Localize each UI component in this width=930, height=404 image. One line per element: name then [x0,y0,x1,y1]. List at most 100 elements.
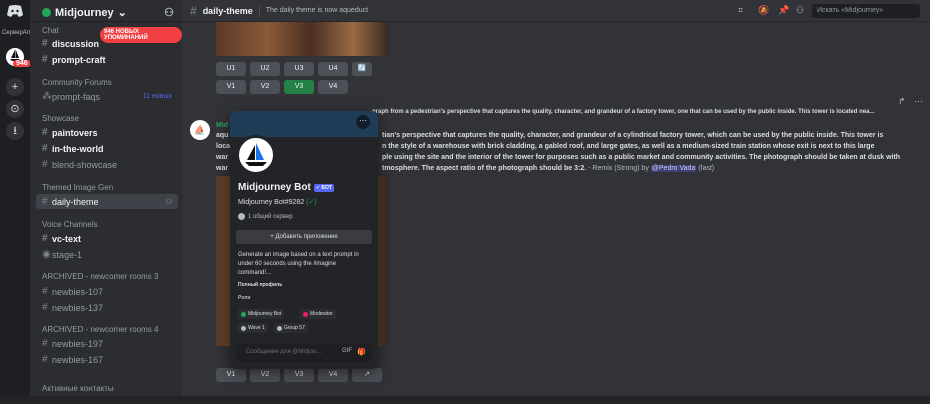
v4-button[interactable]: V4 [318,368,348,382]
category-archived-4[interactable]: ARCHIVED - newcomer rooms 4 [42,325,158,334]
hash-icon: # [42,196,48,207]
download-apps-icon[interactable]: ⭳ [6,122,24,140]
channel-discussion[interactable]: # discussion [36,36,178,51]
role-midjourney-bot: Midjourney Bot [238,309,285,319]
channel-title: daily-theme [202,5,253,16]
add-app-button[interactable]: + Добавить приложение [236,230,372,244]
more-icon[interactable]: ⋯ [914,96,923,107]
member-list-icon[interactable]: ⚇ [796,5,804,16]
hash-icon: # [42,159,48,170]
hash-icon: # [42,354,48,365]
stage-icon: ◉ [42,249,51,260]
channel-daily-theme[interactable]: # daily-theme ⚇ [36,194,178,209]
channel-sidebar: Midjourney ⌄ ⚇ Chat 946 НОВЫХ УПОМИНАНИЙ… [30,0,182,404]
channel-label: daily-theme [52,196,99,207]
hash-icon: # [42,127,48,138]
category-voice-channels[interactable]: Voice Channels [42,220,98,229]
category-archived-3[interactable]: ARCHIVED - newcomer rooms 3 [42,272,158,281]
category-showcase[interactable]: Showcase [42,114,79,123]
category-chat[interactable]: Chat [42,26,59,35]
channel-label: stage-1 [52,249,83,260]
variation-buttons: V1 V2 V3 V4 [216,80,348,94]
v3-button[interactable]: V3 [284,368,314,382]
server-rail: СерверАп 946 + ⊙ ⭳ [0,0,31,404]
channel-label: paintovers [52,127,98,138]
channel-newbies-197[interactable]: # newbies-197 [36,336,178,351]
channel-newbies-137[interactable]: # newbies-137 [36,300,178,315]
hash-icon: # [190,3,197,18]
channel-label: blend-showcase [52,159,118,170]
bot-description: Generate an image based on a text prompt… [238,252,359,276]
hash-icon: # [42,338,48,349]
channel-vc-text[interactable]: # vc-text [36,231,178,246]
role-label: Midjourney Bot [248,311,282,317]
image-grid-top[interactable] [216,22,388,56]
message-line-3: ple using the site and the interior of t… [382,154,901,161]
channel-newbies-107[interactable]: # newbies-107 [36,284,178,299]
avatar[interactable]: ⛵ [190,120,210,140]
channel-stage-1[interactable]: ◉ stage-1 [36,247,178,262]
v4-button[interactable]: V4 [318,80,348,94]
members-icon[interactable]: ⚇ [164,6,174,19]
open-link-icon[interactable]: ↗ [352,368,382,382]
u3-button[interactable]: U3 [284,62,314,76]
channel-label: vc-text [52,233,82,244]
channel-label: discussion [52,38,100,49]
channel-paintovers[interactable]: # paintovers [36,125,178,140]
role-label: Wave 1 [248,325,265,331]
role-group-57: Group 57 [274,323,308,333]
v3-button[interactable]: V3 [284,80,314,94]
variation-buttons-bottom: V1 V2 V3 V4 ↗ [216,368,382,382]
roles-heading: Роли [238,295,251,301]
user-mention[interactable]: @Pedro Vada [650,165,697,172]
message-line-2: n the style of a warehouse with brick cl… [382,143,875,150]
v1-button[interactable]: V1 [216,368,246,382]
hash-icon: # [42,143,48,154]
v2-button[interactable]: V2 [250,80,280,94]
v2-button[interactable]: V2 [250,368,280,382]
role-wave-1: Wave 1 [238,323,268,333]
u1-button[interactable]: U1 [216,62,246,76]
channel-prompt-craft[interactable]: # prompt-craft [36,52,178,67]
reroll-button[interactable]: 🔄 [352,62,372,76]
channel-blend-showcase[interactable]: # blend-showcase [36,157,178,172]
hash-icon: # [42,286,48,297]
upscale-buttons: U1 U2 U3 U4 🔄 [216,62,372,76]
category-themed-image-gen[interactable]: Themed Image Gen [42,183,113,192]
reply-preview[interactable]: graph from a pedestrian's perspective th… [372,107,874,118]
full-profile-link[interactable]: Полный профиль [238,282,282,288]
u2-button[interactable]: U2 [250,62,280,76]
message-placeholder: Сообщение для @Midjou... [246,349,322,355]
notifications-icon[interactable]: 🔕 [758,5,769,16]
category-community-forums[interactable]: Community Forums [42,78,112,87]
user-profile-popout: ⋯ Midjourney Bot ✓ БОТ Midjourney Bot#92… [230,111,378,369]
add-server-icon[interactable]: + [6,78,24,96]
gif-icon[interactable]: GIF [342,348,352,354]
v1-button[interactable]: V1 [216,80,246,94]
channel-prompt-faqs[interactable]: ⁂ prompt-faqs 11 новых [36,89,178,104]
channel-newbies-167[interactable]: # newbies-167 [36,352,178,367]
direct-message-input[interactable]: Сообщение для @Midjou... GIF 🎁 [236,344,372,362]
channel-label: newbies-107 [52,286,104,297]
threads-icon[interactable]: ⌗ [738,5,743,16]
explore-servers-icon[interactable]: ⊙ [6,100,24,118]
hash-icon: # [42,233,48,244]
discord-logo-icon[interactable] [6,4,24,18]
message-line-4: tmosphere. The aspect ratio of the photo… [382,163,714,174]
role-moderator: Moderator [300,309,336,319]
gift-icon[interactable]: 🎁 [357,348,366,356]
u4-button[interactable]: U4 [318,62,348,76]
channel-topic[interactable]: The daily theme is now aqueduct [266,7,368,14]
profile-name: Midjourney Bot [238,182,311,193]
profile-tag-text: Midjourney Bot#9282 [238,199,305,206]
more-options-icon[interactable]: ⋯ [356,115,370,129]
share-icon[interactable]: ↱ [898,96,906,107]
role-color-icon [241,311,246,317]
pinned-icon[interactable]: 📌 [778,5,789,16]
add-member-icon[interactable]: ⚇ [166,198,172,206]
channel-in-the-world[interactable]: # in-the-world [36,141,178,156]
server-header[interactable]: Midjourney ⌄ ⚇ [30,0,182,22]
bottom-bar [0,396,930,404]
mutual-servers[interactable]: 1 общий сервер [238,213,293,220]
search-input[interactable]: Искать «Midjourney» [812,4,920,18]
